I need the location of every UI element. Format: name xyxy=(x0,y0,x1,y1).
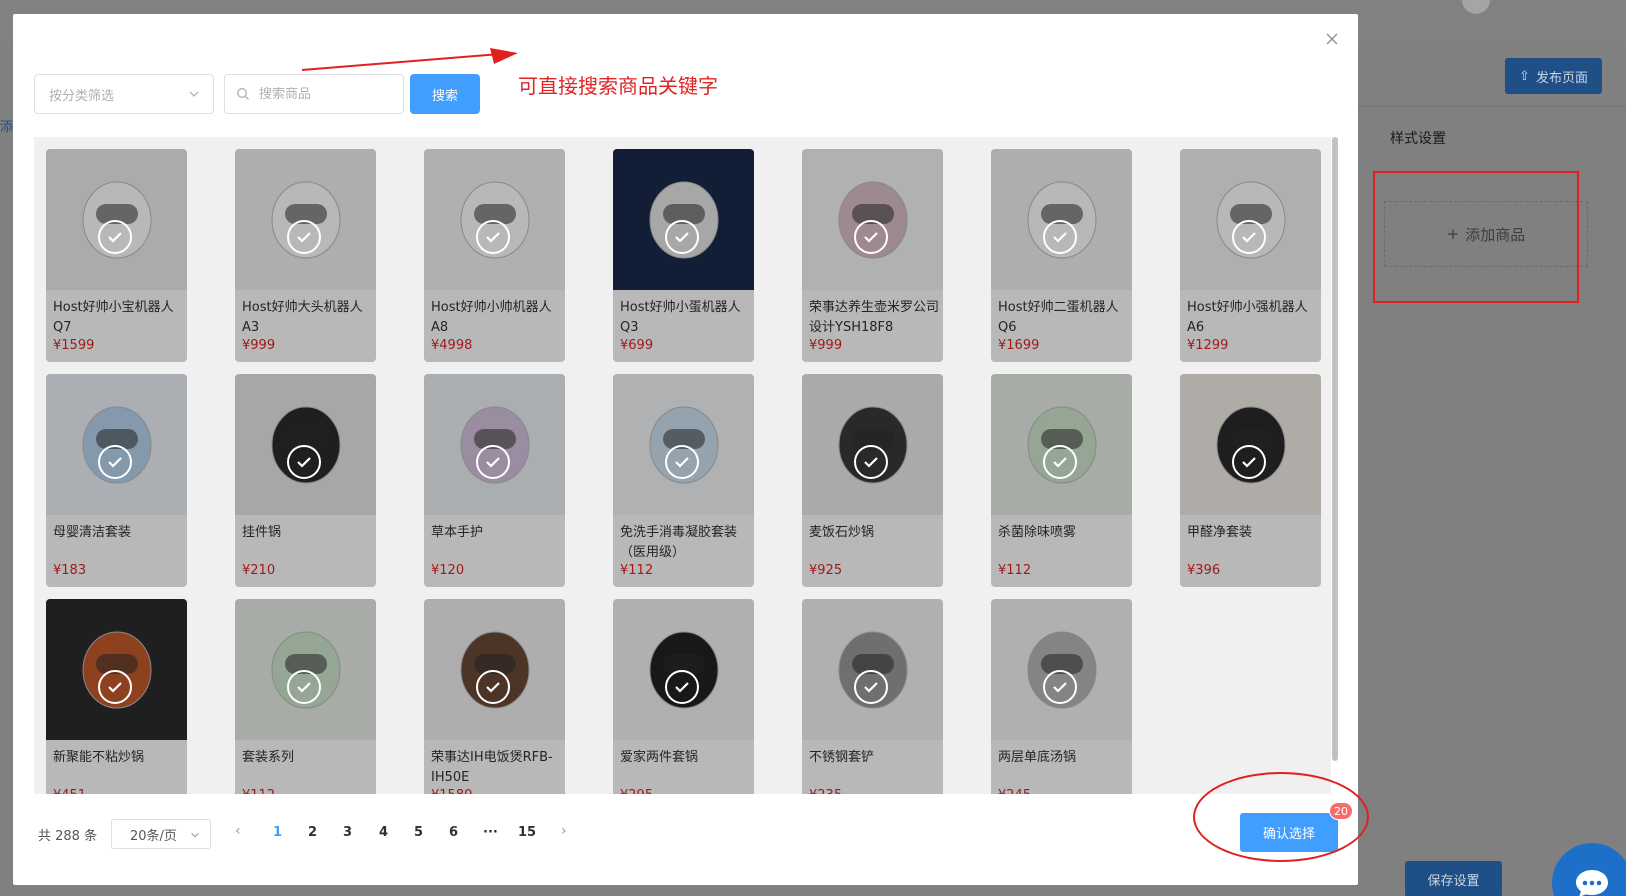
product-card[interactable]: 套装系列¥112 xyxy=(235,599,376,794)
product-card[interactable]: 麦饭石炒锅 ¥925 xyxy=(802,374,943,587)
chevron-down-icon xyxy=(189,91,199,97)
category-filter-placeholder: 按分类筛选 xyxy=(49,88,115,104)
selected-overlay xyxy=(235,149,376,362)
check-icon xyxy=(287,220,321,254)
page-5[interactable]: 5 xyxy=(414,825,423,840)
product-card[interactable]: Host好帅小帅机器人A8 ¥4998 xyxy=(424,149,565,362)
check-icon xyxy=(1043,445,1077,479)
check-icon xyxy=(98,220,132,254)
page-ellipsis[interactable]: ··· xyxy=(483,825,498,840)
annotation-text: 可直接搜索商品关键字 xyxy=(518,74,718,98)
check-icon xyxy=(665,670,699,704)
selected-overlay xyxy=(802,149,943,362)
check-icon xyxy=(287,670,321,704)
category-filter-select[interactable]: 按分类筛选 xyxy=(34,74,214,114)
product-card[interactable]: 挂件锅 ¥210 xyxy=(235,374,376,587)
product-card[interactable]: Host好帅小蛋机器人Q3 ¥699 xyxy=(613,149,754,362)
annotation-rectangle xyxy=(1373,171,1579,303)
prev-page-button[interactable]: ‹ xyxy=(235,823,241,839)
selected-overlay xyxy=(1180,374,1321,587)
product-card[interactable]: 杀菌除味喷雾 ¥112 xyxy=(991,374,1132,587)
close-icon[interactable] xyxy=(1323,30,1341,48)
selected-overlay xyxy=(991,149,1132,362)
chevron-down-icon xyxy=(191,832,199,838)
product-card[interactable]: 爱家两件套锅¥295 xyxy=(613,599,754,794)
check-icon xyxy=(476,220,510,254)
product-card[interactable]: Host好帅小强机器人A6 ¥1299 xyxy=(1180,149,1321,362)
check-icon xyxy=(287,445,321,479)
product-grid: Host好帅小宝机器人Q7 ¥1599 Host好帅大头机器人A3 ¥999 Host好… xyxy=(34,137,1331,794)
publish-page-label: 发布页面 xyxy=(1535,70,1588,86)
selected-overlay xyxy=(991,374,1132,587)
page-15[interactable]: 15 xyxy=(518,825,536,840)
next-page-button[interactable]: › xyxy=(561,823,567,839)
pagination-total: 共 288 条 xyxy=(38,829,98,844)
search-button[interactable]: 搜索 xyxy=(410,74,480,114)
search-input[interactable] xyxy=(259,86,399,102)
product-card[interactable]: Host好帅大头机器人A3 ¥999 xyxy=(235,149,376,362)
product-card[interactable]: Host好帅二蛋机器人Q6 ¥1699 xyxy=(991,149,1132,362)
tab-style-settings[interactable]: 样式设置 xyxy=(1390,128,1446,148)
page-size-value: 20条/页 xyxy=(130,828,177,844)
page-4[interactable]: 4 xyxy=(379,825,388,840)
selected-overlay xyxy=(424,374,565,587)
check-icon xyxy=(1043,220,1077,254)
annotation-arrow xyxy=(301,48,518,71)
page-6[interactable]: 6 xyxy=(449,825,458,840)
product-card[interactable]: 不锈钢套铲¥235 xyxy=(802,599,943,794)
check-icon xyxy=(476,670,510,704)
page-1[interactable]: 1 xyxy=(273,825,282,840)
search-icon xyxy=(237,88,249,100)
product-card[interactable]: 免洗手消毒凝胶套装（医用级） ¥112 xyxy=(613,374,754,587)
selected-overlay xyxy=(235,374,376,587)
product-card[interactable]: 荣事达IH电饭煲RFB-IH50E¥1580 xyxy=(424,599,565,794)
selected-overlay xyxy=(46,374,187,587)
product-card[interactable]: 两层单底汤锅¥245 xyxy=(991,599,1132,794)
product-card[interactable]: 草本手护 ¥120 xyxy=(424,374,565,587)
check-icon xyxy=(665,220,699,254)
selected-overlay xyxy=(613,149,754,362)
check-icon xyxy=(854,670,888,704)
left-tab-label: 添 xyxy=(0,120,14,135)
page-size-select[interactable]: 20条/页 xyxy=(111,819,211,849)
check-icon xyxy=(854,220,888,254)
product-card[interactable]: 荣事达养生壶米罗公司设计YSH18F8 ¥999 xyxy=(802,149,943,362)
grid-scrollbar[interactable] xyxy=(1332,137,1338,761)
check-icon xyxy=(98,670,132,704)
check-icon xyxy=(1232,220,1266,254)
check-icon xyxy=(1232,445,1266,479)
annotation-ellipse xyxy=(1193,772,1369,862)
chat-bubble-icon xyxy=(1576,870,1608,896)
check-icon xyxy=(665,445,699,479)
product-card[interactable]: 新聚能不粘炒锅¥451 xyxy=(46,599,187,794)
page-2[interactable]: 2 xyxy=(308,825,317,840)
upload-icon: ⇧ xyxy=(1519,68,1530,84)
check-icon xyxy=(476,445,510,479)
selected-overlay xyxy=(613,374,754,587)
selected-overlay xyxy=(1180,149,1321,362)
check-icon xyxy=(1043,670,1077,704)
selected-overlay xyxy=(802,374,943,587)
check-icon xyxy=(854,445,888,479)
selected-overlay xyxy=(46,149,187,362)
search-field[interactable] xyxy=(224,74,404,114)
selected-overlay xyxy=(424,149,565,362)
product-card[interactable]: 甲醛净套装 ¥396 xyxy=(1180,374,1321,587)
product-card[interactable]: Host好帅小宝机器人Q7 ¥1599 xyxy=(46,149,187,362)
panel-divider xyxy=(1354,106,1626,107)
product-card[interactable]: 母婴清洁套装 ¥183 xyxy=(46,374,187,587)
save-settings-button[interactable]: 保存设置 xyxy=(1405,861,1502,896)
check-icon xyxy=(98,445,132,479)
page-3[interactable]: 3 xyxy=(343,825,352,840)
publish-page-button[interactable]: ⇧ 发布页面 xyxy=(1505,58,1602,94)
